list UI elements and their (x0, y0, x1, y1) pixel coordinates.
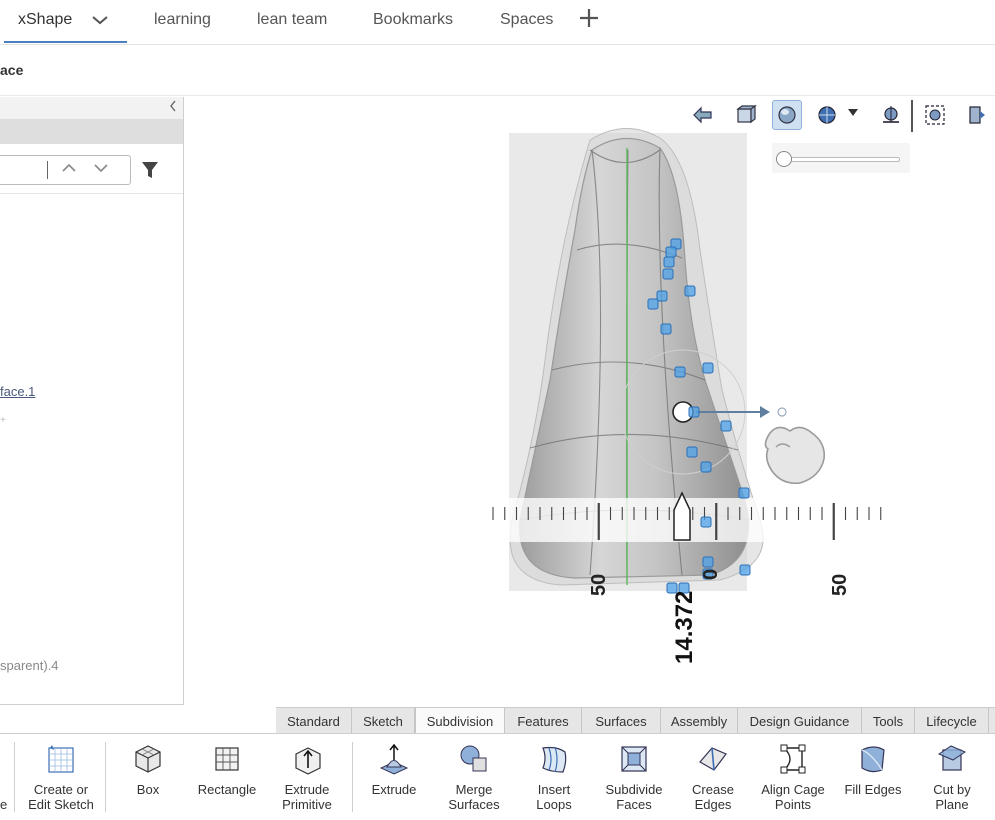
toolbar-tab-subdivision[interactable]: Subdivision (415, 708, 505, 734)
align-cage-points-tool[interactable]: Align Cage Points (754, 734, 832, 820)
toolbar-tab-label: Features (517, 713, 569, 729)
insert-loops-tool[interactable]: Insert Loops (520, 734, 588, 820)
tool-separator (105, 742, 106, 812)
tool-label: Rectangle (197, 782, 257, 797)
tool-label: Box (136, 782, 160, 797)
tool-label: Crease Edges (692, 782, 734, 812)
rectangle-grid-icon (215, 747, 239, 771)
cage-point[interactable] (647, 298, 659, 310)
slider-track[interactable] (784, 157, 900, 162)
toolbar-tab-standard[interactable]: Standard (276, 708, 352, 734)
drag-arrow-head (760, 406, 770, 418)
hand-cursor-icon (764, 426, 826, 485)
box-tool[interactable]: Box (116, 734, 180, 820)
cage-point[interactable] (660, 323, 672, 335)
cage-point[interactable] (739, 564, 751, 576)
rectangle-tool[interactable]: Rectangle (190, 734, 264, 820)
subdivide-faces-tool[interactable]: Subdivide Faces (598, 734, 670, 820)
cage-point[interactable] (684, 285, 696, 297)
named-views-icon[interactable] (962, 100, 992, 130)
fill-edges-tool[interactable]: Fill Edges (838, 734, 908, 820)
sketch-grid-icon (48, 745, 74, 773)
drag-target-point (777, 407, 787, 417)
toolbar-tab-label: Tools (872, 713, 904, 729)
cage-point[interactable] (738, 487, 750, 499)
subdivide-faces-icon (621, 746, 647, 772)
toolbar-tab-label: Design Guidance (749, 713, 850, 729)
transparency-slider[interactable] (772, 143, 910, 173)
tool-label: e (0, 797, 8, 812)
toolbar-tab-label: Standard (287, 713, 340, 729)
tool-label: Insert Loops (536, 782, 572, 812)
tool-label: Fill Edges (844, 782, 902, 797)
toolbar-tab-lifecycle[interactable]: Lifecycle (915, 708, 989, 734)
toolbar-tab-sketch[interactable]: Sketch (352, 708, 415, 734)
cage-point[interactable] (702, 556, 714, 568)
ruler-value-readout: 14.372 (671, 591, 698, 664)
merge-surfaces-tool[interactable]: Merge Surfaces (440, 734, 508, 820)
view-toolbar-separator (911, 100, 913, 132)
toolbar-tab-design-guidance[interactable]: Design Guidance (738, 708, 862, 734)
tool-label: Extrude (371, 782, 417, 797)
align-cage-points-icon (780, 744, 806, 774)
tool-label: Create or Edit Sketch (28, 782, 94, 812)
ruler-label-right: 50 (829, 574, 851, 596)
toolbar-tab-label: Subdivision (426, 713, 494, 729)
cage-point[interactable] (686, 446, 698, 458)
tool-ribbon: e Create or Edit Sketch Box Rectangle Ext… (0, 733, 995, 820)
fill-edges-icon (861, 746, 885, 773)
view-orientation-icon[interactable] (688, 100, 718, 130)
cut-by-plane-icon (937, 745, 967, 771)
cage-point[interactable] (720, 420, 732, 432)
box-icon (135, 745, 161, 773)
cage-point[interactable] (663, 256, 675, 268)
cage-point[interactable] (656, 290, 668, 302)
tool-label: Merge Surfaces (448, 782, 500, 812)
view-cube-icon[interactable] (731, 100, 761, 130)
section-view-icon[interactable] (876, 100, 906, 130)
tool-label: Align Cage Points (761, 782, 825, 812)
cage-point[interactable] (700, 461, 712, 473)
tool-label: Extrude Primitive (282, 782, 332, 812)
extrude-tool[interactable]: Extrude (362, 734, 426, 820)
cage-point[interactable] (674, 366, 686, 378)
render-mode-icon[interactable] (812, 100, 842, 130)
extrude-primitive-tool[interactable]: Extrude Primitive (272, 734, 342, 820)
cut-by-plane-tool[interactable]: Cut by Plane (918, 734, 986, 820)
cage-point[interactable] (662, 268, 674, 280)
toolbar-tab-strip: Standard Sketch Subdivision Features Sur… (276, 707, 995, 734)
toolbar-tab-tools[interactable]: Tools (862, 708, 915, 734)
crease-edges-tool[interactable]: Crease Edges (680, 734, 746, 820)
cage-point[interactable] (700, 516, 712, 528)
crease-edges-icon (699, 747, 727, 771)
render-mode-caret-icon[interactable] (848, 106, 858, 120)
ruler-label-center: 0 (700, 569, 722, 580)
merge-surfaces-icon (460, 745, 487, 772)
tool-label: Cut by Plane (933, 782, 971, 812)
zoom-to-fit-icon[interactable] (920, 100, 950, 130)
tool-label: Subdivide Faces (605, 782, 663, 812)
shaded-view-icon[interactable] (772, 100, 802, 130)
extrude-primitive-icon (295, 747, 321, 775)
toolbar-tab-label: Surfaces (595, 713, 647, 729)
insert-loops-icon (542, 746, 567, 773)
toolbar-tab-label: Sketch (363, 713, 403, 729)
ruler-label-left: 50 (588, 574, 610, 596)
toolbar-tab-label: Lifecycle (926, 713, 977, 729)
cage-point[interactable] (665, 246, 677, 258)
cage-point[interactable] (688, 406, 700, 418)
toolbar-tab-label: Assembly (670, 713, 728, 729)
cage-point[interactable] (702, 362, 714, 374)
toolbar-tab-features[interactable]: Features (505, 708, 582, 734)
tool-separator (14, 742, 15, 812)
tool-separator (352, 742, 353, 812)
toolbar-tab-surfaces[interactable]: Surfaces (582, 708, 661, 734)
model-canvas[interactable]: 50 0 50 14.372 (0, 0, 995, 819)
slider-knob[interactable] (776, 151, 792, 167)
toolbar-tab-assembly[interactable]: Assembly (661, 708, 738, 734)
tool-partial[interactable]: e (0, 734, 14, 820)
create-sketch-tool[interactable]: Create or Edit Sketch (22, 734, 100, 820)
extrude-icon (379, 743, 409, 775)
